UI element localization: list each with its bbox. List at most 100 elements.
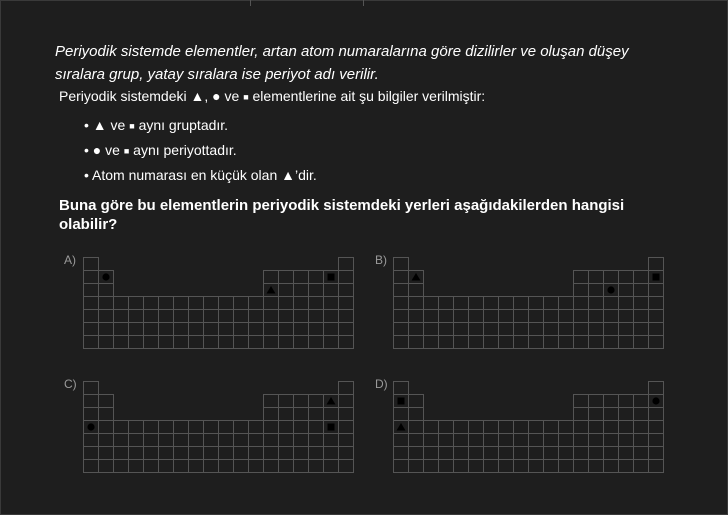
circle-mark	[652, 397, 660, 405]
table-cell	[248, 459, 264, 473]
table-cell	[513, 296, 529, 310]
table-cell	[278, 407, 294, 421]
table-cell	[603, 335, 619, 349]
table-cell	[293, 433, 309, 447]
table-cell	[513, 420, 529, 434]
table-cell	[453, 335, 469, 349]
table-cell	[278, 420, 294, 434]
table-cell	[83, 433, 99, 447]
table-cell	[573, 420, 589, 434]
table-cell	[603, 420, 619, 434]
table-cell	[633, 407, 649, 421]
table-cell	[573, 433, 589, 447]
intro-text: Periyodik sistemde elementler, artan ato…	[55, 40, 695, 86]
table-cell	[483, 459, 499, 473]
circle-mark	[87, 423, 95, 431]
table-cell	[393, 407, 409, 421]
table-cell	[218, 433, 234, 447]
table-cell	[543, 335, 559, 349]
square-mark	[327, 423, 335, 431]
table-cell	[308, 335, 324, 349]
option-a-periodic-table[interactable]	[83, 257, 355, 352]
option-d-label[interactable]: D)	[375, 377, 388, 391]
table-cell	[158, 322, 174, 336]
table-cell	[338, 257, 354, 271]
option-b-periodic-table[interactable]	[393, 257, 665, 352]
table-cell	[588, 394, 604, 408]
table-cell	[468, 433, 484, 447]
table-cell	[203, 433, 219, 447]
option-b-label[interactable]: B)	[375, 253, 387, 267]
table-cell	[113, 296, 129, 310]
triangle-mark	[411, 273, 421, 281]
given-prefix: Periyodik sistemdeki	[59, 88, 187, 104]
table-cell	[218, 309, 234, 323]
table-cell	[113, 335, 129, 349]
table-cell	[143, 433, 159, 447]
table-cell	[293, 270, 309, 284]
table-cell	[263, 407, 279, 421]
table-cell	[143, 446, 159, 460]
table-cell	[248, 296, 264, 310]
table-cell	[338, 433, 354, 447]
table-cell	[263, 433, 279, 447]
option-c-label[interactable]: C)	[64, 377, 77, 391]
table-cell	[423, 433, 439, 447]
table-cell	[408, 283, 424, 297]
bullet-text: aynı gruptadır.	[138, 117, 229, 133]
option-a-label[interactable]: A)	[64, 253, 76, 267]
table-cell	[438, 296, 454, 310]
table-cell	[588, 459, 604, 473]
table-cell	[588, 446, 604, 460]
bullet-dot: •	[84, 117, 89, 133]
table-cell	[573, 335, 589, 349]
table-cell	[278, 296, 294, 310]
table-cell	[323, 322, 339, 336]
table-cell	[113, 433, 129, 447]
table-cell	[98, 322, 114, 336]
table-cell	[338, 309, 354, 323]
table-cell	[83, 283, 99, 297]
bullet-text: aynı periyottadır.	[133, 142, 237, 158]
ve-word: ve	[224, 88, 240, 104]
table-cell	[498, 322, 514, 336]
square-symbol: ■	[123, 146, 130, 156]
table-cell	[618, 283, 634, 297]
table-cell	[83, 335, 99, 349]
table-cell	[83, 296, 99, 310]
table-cell	[278, 283, 294, 297]
table-cell	[588, 270, 604, 284]
table-cell	[408, 309, 424, 323]
given-suffix: elementlerine ait şu bilgiler verilmişti…	[252, 88, 486, 104]
table-cell	[558, 420, 574, 434]
table-cell	[648, 433, 664, 447]
triangle-mark	[326, 397, 336, 405]
table-cell	[528, 420, 544, 434]
table-cell	[393, 459, 409, 473]
table-cell	[173, 433, 189, 447]
table-cell	[293, 394, 309, 408]
option-d-periodic-table[interactable]	[393, 381, 665, 476]
option-c-periodic-table[interactable]	[83, 381, 355, 476]
table-cell	[203, 309, 219, 323]
table-cell	[83, 309, 99, 323]
table-cell	[408, 420, 424, 434]
table-cell	[648, 407, 664, 421]
table-cell	[128, 433, 144, 447]
table-cell	[158, 309, 174, 323]
table-cell	[648, 322, 664, 336]
table-cell	[528, 296, 544, 310]
table-cell	[173, 296, 189, 310]
table-cell	[438, 446, 454, 460]
table-cell	[603, 446, 619, 460]
table-cell	[173, 322, 189, 336]
table-cell	[468, 322, 484, 336]
table-cell	[453, 296, 469, 310]
table-cell	[308, 446, 324, 460]
table-cell	[393, 270, 409, 284]
table-cell	[528, 335, 544, 349]
table-cell	[98, 459, 114, 473]
intro-line-2: sıralara grup, yatay sıralara ise periyo…	[55, 66, 379, 83]
table-cell	[513, 446, 529, 460]
table-cell	[648, 459, 664, 473]
